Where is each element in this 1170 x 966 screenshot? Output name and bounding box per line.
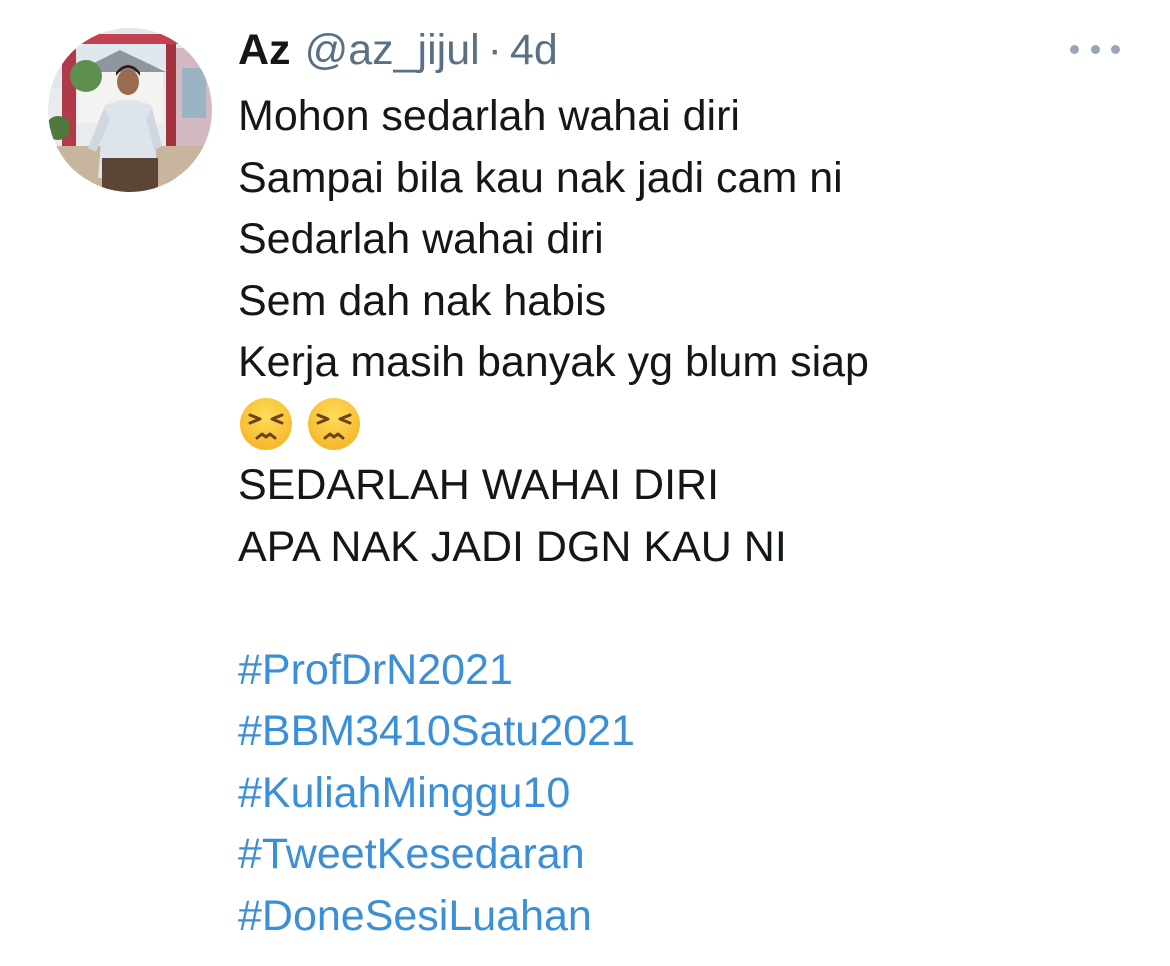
more-dot	[1070, 44, 1079, 54]
hashtag-link[interactable]: #DoneSesiLuahan	[238, 892, 592, 940]
separator-dot: ·	[487, 26, 502, 74]
display-name[interactable]: Az	[238, 22, 291, 78]
more-dot	[1111, 44, 1120, 54]
tweet-text-line: Kerja masih banyak yg blum siap	[238, 338, 869, 386]
hashtag-link[interactable]: #KuliahMinggu10	[238, 769, 570, 817]
tweet-text-line: Sem dah nak habis	[238, 276, 607, 325]
persevering-face-emoji	[306, 396, 362, 452]
hashtag-link[interactable]: #ProfDrN2021	[238, 646, 513, 694]
tweet-text-line: Sedarlah wahai diri	[238, 215, 604, 263]
tweet-text-line-caps: SEDARLAH WAHAI DIRI	[238, 461, 720, 509]
more-horizontal-icon[interactable]	[1070, 34, 1120, 64]
hashtag-link[interactable]: #TweetKesedaran	[238, 830, 585, 878]
hashtag-link[interactable]: #BBM3410Satu2021	[238, 707, 635, 755]
tweet[interactable]: Az @az_jijul · 4d Mohon sedarlah wahai d…	[0, 0, 1170, 966]
user-handle[interactable]: @az_jijul	[305, 22, 480, 78]
tweet-text-line-caps: APA NAK JADI DGN KAU NI	[238, 522, 787, 571]
emoji-line	[238, 394, 1138, 456]
avatar[interactable]	[48, 28, 212, 192]
tweet-text-line: Mohon sedarlah wahai diri	[238, 92, 740, 140]
tweet-text-line: Sampai bila kau nak jadi cam ni	[238, 153, 843, 202]
tweet-header: Az @az_jijul · 4d	[238, 22, 558, 78]
persevering-face-emoji	[238, 396, 294, 452]
tweet-body: Mohon sedarlah wahai diri Sampai bila ka…	[238, 86, 1138, 947]
timestamp[interactable]: 4d	[510, 22, 558, 78]
line-break	[238, 578, 1138, 640]
more-dot	[1090, 44, 1100, 54]
